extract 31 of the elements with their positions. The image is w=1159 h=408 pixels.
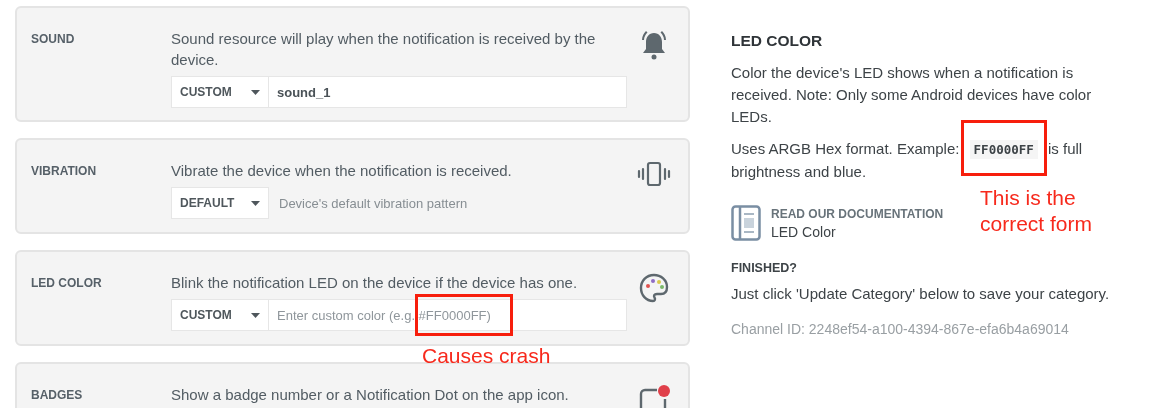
setting-description: Vibrate the device when the notification is received. [171, 161, 513, 181]
type-dropdown[interactable]: DEFAULT [171, 187, 269, 219]
document-icon [731, 205, 761, 241]
caret-icon [251, 312, 260, 318]
setting-description: Blink the notification LED on the device if the device has one. [171, 273, 579, 293]
text-field[interactable]: Enter custom color (e.g. #FF0000FF) [269, 299, 627, 331]
finished-title: FINISHED? [731, 261, 798, 275]
type-dropdown[interactable]: CUSTOM [171, 76, 269, 108]
format-paragraph: Uses ARGB Hex format. Example: FF0000FF is full brightness and blue. [731, 139, 1084, 182]
setting-label: VIBRATION [31, 163, 98, 180]
setting-description: Sound resource will play when the notification is received by the device. [171, 29, 597, 70]
documentation-label: READ OUR DOCUMENTATION [771, 206, 944, 221]
hint-text: Device's default vibration pattern [279, 195, 468, 211]
help-paragraph: Color the device's LED shows when a notification is received. Note: Only some Android devices have color LEDs. [731, 63, 1093, 127]
annotation-text: Causes crash [422, 343, 551, 369]
caret-icon [251, 89, 260, 95]
setting-label: SOUND [31, 31, 76, 48]
palette-icon [638, 272, 670, 304]
documentation-link[interactable]: LED Color [771, 223, 944, 240]
setting-label: LED COLOR [31, 275, 103, 292]
type-dropdown[interactable]: CUSTOM [171, 299, 269, 331]
panel-title: LED COLOR [731, 32, 824, 50]
app-badge-icon [637, 384, 671, 408]
setting-description: Show a badge number or a Notification Dot on the app icon. [171, 385, 570, 405]
channel-id: Channel ID: 2248ef54-a100-4394-867e-efa6b4a69014 [731, 321, 1070, 337]
setting-label: BADGES [31, 387, 84, 404]
caret-icon [251, 200, 260, 206]
vibrating-phone-icon [637, 160, 671, 188]
text-field[interactable]: sound_1 [269, 76, 627, 108]
annotation-text: This is the correct form [980, 185, 1093, 237]
finished-text: Just click 'Update Category' below to save your category. [731, 284, 1111, 304]
